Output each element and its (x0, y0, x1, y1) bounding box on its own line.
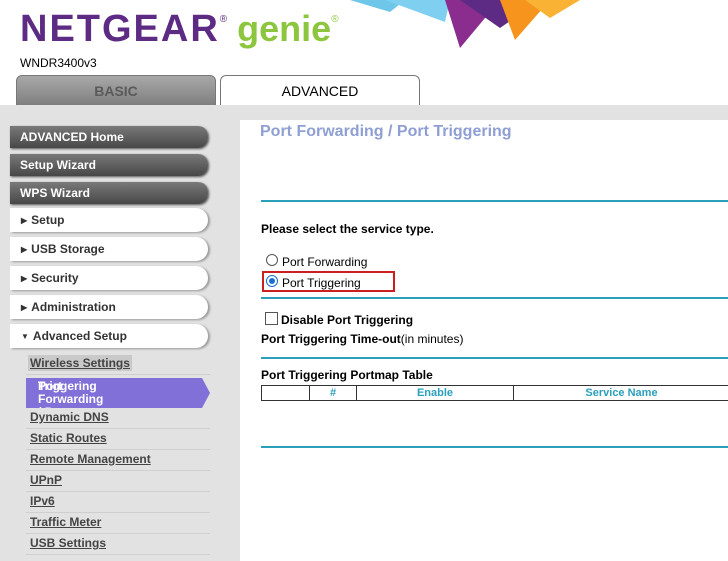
divider (26, 512, 210, 513)
header-divider (0, 105, 728, 120)
divider (261, 200, 728, 202)
sidebar-sub-ipv6[interactable]: IPv6 (30, 494, 55, 508)
brand-reg-mark: ® (219, 14, 230, 25)
triangle-right-icon: ▶ (21, 216, 28, 225)
portmap-table-header: # Enable Service Name (261, 385, 728, 401)
sidebar: ADVANCED Home Setup Wizard WPS Wizard ▶ S… (0, 120, 240, 561)
table-header-enable: Enable (357, 386, 514, 400)
brand-name: NETGEAR (20, 8, 220, 50)
sidebar-section-security[interactable]: ▶ Security (10, 266, 208, 290)
tab-basic[interactable]: BASIC (16, 75, 216, 106)
section-label: Advanced Setup (32, 329, 127, 343)
sidebar-sub-usb-settings[interactable]: USB Settings (30, 536, 106, 550)
service-type-prompt: Please select the service type. (261, 222, 434, 236)
page-title: Port Forwarding / Port Triggering (260, 123, 512, 140)
triangle-down-icon: ▼ (21, 332, 29, 341)
sidebar-item-advanced-home[interactable]: ADVANCED Home (10, 126, 208, 148)
sidebar-section-setup[interactable]: ▶ Setup (10, 208, 208, 232)
section-label: Administration (31, 300, 116, 314)
tab-advanced[interactable]: ADVANCED (220, 75, 420, 106)
model-name: WNDR3400v3 (20, 56, 97, 70)
divider (26, 491, 210, 492)
radio-port-forwarding-label[interactable]: Port Forwarding (282, 255, 367, 269)
section-label: Security (31, 271, 79, 285)
sidebar-sub-static-routes[interactable]: Static Routes (30, 431, 107, 445)
radio-port-forwarding[interactable] (266, 254, 278, 266)
sidebar-section-advanced-setup[interactable]: ▼ Advanced Setup (10, 324, 208, 348)
section-label: Setup (31, 213, 65, 227)
divider (26, 428, 210, 429)
brand-genie: genie (237, 8, 332, 49)
divider (26, 470, 210, 471)
active-sub-line2: Triggering (38, 379, 97, 393)
header: NETGEAR® genie® WNDR3400v3 BASIC ADVANCED (0, 0, 728, 106)
highlight-box (262, 271, 395, 292)
triangle-right-icon: ▶ (21, 303, 28, 312)
sidebar-sub-wireless-settings[interactable]: Wireless Settings (30, 356, 130, 370)
divider (26, 449, 210, 450)
sidebar-sub-dynamic-dns[interactable]: Dynamic DNS (30, 410, 109, 424)
portmap-table-title: Port Triggering Portmap Table (261, 368, 433, 382)
timeout-row: Port Triggering Time-out(in minutes) (261, 332, 463, 346)
sidebar-item-wps-wizard[interactable]: WPS Wizard (10, 182, 208, 204)
table-header-number: # (310, 386, 357, 400)
disable-port-triggering-label[interactable]: Disable Port Triggering (281, 313, 413, 327)
table-header-service-name: Service Name (585, 387, 658, 399)
sidebar-section-usb-storage[interactable]: ▶ USB Storage (10, 237, 208, 261)
divider (26, 374, 210, 375)
divider (261, 446, 728, 448)
disable-port-triggering-checkbox[interactable] (265, 312, 278, 325)
timeout-unit: (in minutes) (400, 332, 464, 346)
table-header-select (262, 386, 310, 400)
netgear-genie-logo: NETGEAR® genie® (20, 8, 341, 51)
divider (261, 357, 728, 359)
divider (26, 533, 210, 534)
sidebar-sub-upnp[interactable]: UPnP (30, 473, 62, 487)
sidebar-sub-remote-management[interactable]: Remote Management (30, 452, 151, 466)
sidebar-sub-port-forwarding-triggering[interactable]: Port Forwarding / Port Triggering (26, 378, 210, 408)
decorative-graphic (350, 0, 580, 48)
sidebar-item-setup-wizard[interactable]: Setup Wizard (10, 154, 208, 176)
genie-reg-mark: ® (331, 14, 341, 25)
section-label: USB Storage (31, 242, 105, 256)
sidebar-sub-traffic-meter[interactable]: Traffic Meter (30, 515, 101, 529)
triangle-right-icon: ▶ (21, 274, 28, 283)
timeout-label: Port Triggering Time-out (261, 332, 401, 346)
divider (26, 554, 210, 555)
divider (261, 297, 728, 299)
sidebar-section-administration[interactable]: ▶ Administration (10, 295, 208, 319)
triangle-right-icon: ▶ (21, 245, 28, 254)
